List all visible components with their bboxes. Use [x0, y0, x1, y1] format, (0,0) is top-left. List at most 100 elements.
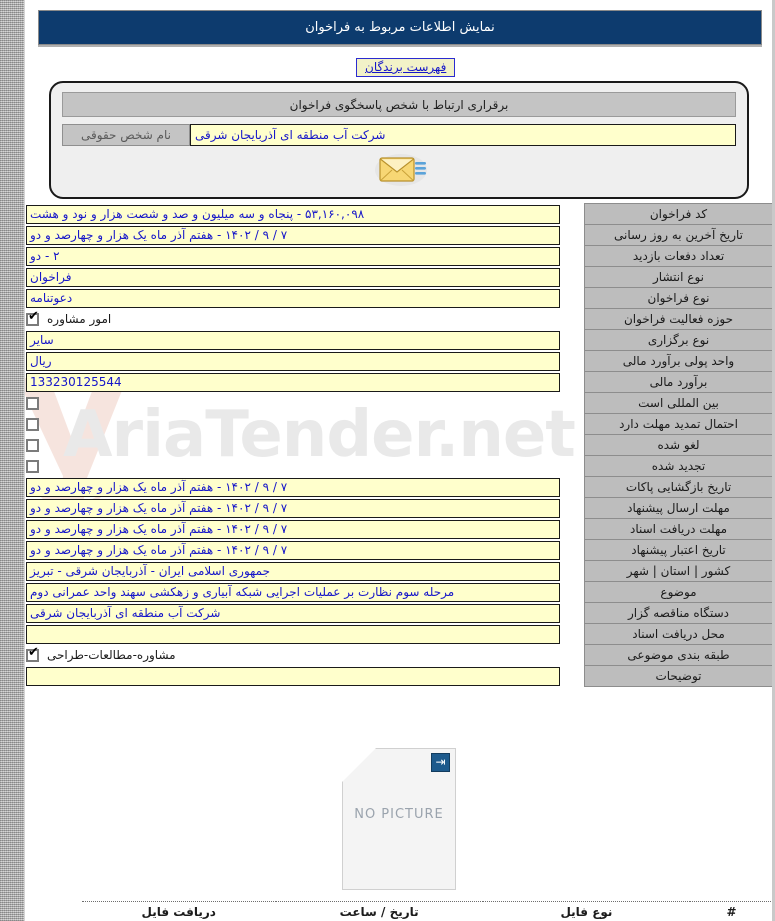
info-label-cell: تاریخ بازگشایی پاکات [584, 476, 773, 498]
checkbox-unchecked-icon[interactable] [26, 459, 39, 473]
checkbox-unchecked-icon[interactable] [26, 396, 39, 410]
info-label-cell: تاریخ آخرین به روز رسانی [584, 224, 773, 246]
envelope-icon[interactable] [374, 151, 428, 187]
info-value-field: ریال [26, 351, 560, 371]
info-value-cell: دعوتنامه [26, 288, 585, 309]
info-value-cell: جمهوری اسلامی ایران - آذربایجان شرقی - ت… [26, 561, 585, 582]
left-texture-strip [0, 0, 24, 921]
info-label-cell: مهلت ارسال پیشنهاد [584, 497, 773, 519]
info-value-field: ۷ / ۹ / ۱۴۰۲ - هفتم آذر ماه یک هزار و چه… [26, 225, 560, 245]
info-value-cell: مشاوره-مطالعات-طراحی [26, 645, 585, 666]
info-label-cell: تجدید شده [584, 455, 773, 477]
contact-panel-header: برقراری ارتباط با شخص پاسخگوی فراخوان [62, 92, 736, 117]
info-value-field: دعوتنامه [26, 288, 560, 308]
info-label-cell: واحد پولی برآورد مالی [584, 350, 773, 372]
info-value-field: شرکت آب منطقه ای آذربایجان شرقی [26, 603, 560, 623]
checkbox-cell [26, 456, 578, 476]
info-label-cell: تاریخ اعتبار پیشنهاد [584, 539, 773, 561]
info-value-field: سایر [26, 330, 560, 350]
info-label-cell: دستگاه مناقصه گزار [584, 602, 773, 624]
info-value-cell [26, 624, 585, 645]
no-picture-placeholder: ⇥ NO PICTURE [342, 748, 456, 890]
info-label-cell: موضوع [584, 581, 773, 603]
info-label-cell: حوزه فعالیت فراخوان [584, 308, 773, 330]
tab-winners-list[interactable]: فهرست برندگان [356, 58, 456, 77]
info-value-field: 133230125544 [26, 372, 560, 392]
info-row: طبقه بندی موضوعی مشاوره-مطالعات-طراحی [26, 644, 773, 666]
checkbox-checked-icon[interactable] [26, 646, 39, 662]
info-value-cell: شرکت آب منطقه ای آذربایجان شرقی [26, 603, 585, 624]
info-label-cell: بین المللی است [584, 392, 773, 414]
info-label-cell: لغو شده [584, 434, 773, 456]
info-value-cell [26, 414, 585, 435]
info-row: مهلت دریافت اسناد ۷ / ۹ / ۱۴۰۲ - هفتم آذر… [26, 518, 773, 540]
info-value-cell: ۷ / ۹ / ۱۴۰۲ - هفتم آذر ماه یک هزار و چه… [26, 225, 585, 246]
info-row: نوع انتشار فراخوان [26, 266, 773, 288]
info-row: حوزه فعالیت فراخوان امور مشاوره [26, 308, 773, 330]
checkbox-cell [26, 435, 578, 455]
info-row: تجدید شده [26, 455, 773, 477]
info-value-cell: 133230125544 [26, 372, 585, 393]
info-row: لغو شده [26, 434, 773, 456]
info-row: نوع برگزاری سایر [26, 329, 773, 351]
info-label-cell: مهلت دریافت اسناد [584, 518, 773, 540]
info-row: نوع فراخوان دعوتنامه [26, 287, 773, 309]
info-value-cell: فراخوان [26, 267, 585, 288]
info-value-field: ۵۳,۱۶۰,۰۹۸ - پنجاه و سه میلیون و صد و شص… [26, 204, 560, 224]
info-label-cell: تعداد دفعات بازدید [584, 245, 773, 267]
no-picture-text: NO PICTURE [354, 807, 444, 822]
info-label-cell: نوع انتشار [584, 266, 773, 288]
info-value-cell: ۵۳,۱۶۰,۰۹۸ - پنجاه و سه میلیون و صد و شص… [26, 204, 585, 225]
checkbox-label: امور مشاوره [47, 312, 112, 326]
info-label-cell: نوع برگزاری [584, 329, 773, 351]
info-row: دستگاه مناقصه گزار شرکت آب منطقه ای آذربا… [26, 602, 773, 624]
page-fold-decoration [342, 748, 376, 782]
info-value-cell [25, 666, 585, 687]
info-row: تاریخ بازگشایی پاکات ۷ / ۹ / ۱۴۰۲ - هفتم … [26, 476, 773, 498]
info-value-field: ۷ / ۹ / ۱۴۰۲ - هفتم آذر ماه یک هزار و چه… [26, 540, 560, 560]
info-value-field: ۷ / ۹ / ۱۴۰۲ - هفتم آذر ماه یک هزار و چه… [26, 477, 560, 497]
checkbox-label: مشاوره-مطالعات-طراحی [47, 648, 176, 662]
info-value-cell [26, 435, 585, 456]
checkbox-cell: مشاوره-مطالعات-طراحی [26, 645, 578, 665]
info-row: محل دریافت اسناد [26, 623, 773, 645]
checkbox-cell: امور مشاوره [26, 309, 578, 329]
contact-mail-icon-wrap[interactable] [51, 151, 751, 191]
info-label-cell: طبقه بندی موضوعی [584, 644, 773, 666]
info-row: مهلت ارسال پیشنهاد ۷ / ۹ / ۱۴۰۲ - هفتم آذ… [26, 497, 773, 519]
info-value-field [26, 624, 560, 644]
info-value-field: فراخوان [26, 267, 560, 287]
info-value-field: جمهوری اسلامی ایران - آذربایجان شرقی - ت… [26, 561, 560, 581]
checkbox-checked-icon[interactable] [26, 310, 39, 326]
info-value-field: مرحله سوم نظارت بر عملیات اجرایی شبکه آب… [26, 582, 560, 602]
info-value-cell: ۷ / ۹ / ۱۴۰۲ - هفتم آذر ماه یک هزار و چه… [26, 519, 585, 540]
info-value-field: ۲ - دو [26, 246, 560, 266]
attached-files-table: # نوع فایل تاریخ / ساعت دریافت فایل [82, 901, 773, 921]
info-value-cell: ۷ / ۹ / ۱۴۰۲ - هفتم آذر ماه یک هزار و چه… [26, 498, 585, 519]
info-value-field: ۷ / ۹ / ۱۴۰۲ - هفتم آذر ماه یک هزار و چه… [26, 498, 560, 518]
files-column-header: نوع فایل [482, 901, 691, 921]
info-row: کشور | استان | شهر جمهوری اسلامی ایران - … [26, 560, 773, 582]
info-value-field: ۷ / ۹ / ۱۴۰۲ - هفتم آذر ماه یک هزار و چه… [26, 519, 560, 539]
checkbox-cell [26, 393, 578, 413]
files-table-header-row: # نوع فایل تاریخ / ساعت دریافت فایل [82, 901, 773, 921]
checkbox-cell [26, 414, 578, 434]
info-label-cell: توضیحات [584, 665, 773, 687]
checkbox-unchecked-icon[interactable] [26, 417, 39, 431]
info-row: موضوع مرحله سوم نظارت بر عملیات اجرایی شب… [26, 581, 773, 603]
info-value-cell: مرحله سوم نظارت بر عملیات اجرایی شبکه آب… [26, 582, 585, 603]
checkbox-unchecked-icon[interactable] [26, 438, 39, 452]
info-value-cell: ۲ - دو [26, 246, 585, 267]
broken-image-icon: ⇥ [431, 753, 450, 772]
info-value-field [25, 666, 560, 686]
info-label-cell: نوع فراخوان [584, 287, 773, 309]
info-row: تعداد دفعات بازدید ۲ - دو [26, 245, 773, 267]
info-value-cell: ۷ / ۹ / ۱۴۰۲ - هفتم آذر ماه یک هزار و چه… [26, 477, 585, 498]
info-label-cell: محل دریافت اسناد [584, 623, 773, 645]
info-row: برآورد مالی 133230125544 [26, 371, 773, 393]
info-row: واحد پولی برآورد مالی ریال [26, 350, 773, 372]
info-value-cell: ۷ / ۹ / ۱۴۰۲ - هفتم آذر ماه یک هزار و چه… [26, 540, 585, 561]
info-label-cell: کد فراخوان [584, 203, 773, 225]
tender-info-table: کد فراخوان ۵۳,۱۶۰,۰۹۸ - پنجاه و سه میلیون… [25, 203, 773, 687]
info-row: تاریخ آخرین به روز رسانی ۷ / ۹ / ۱۴۰۲ - ه… [26, 224, 773, 246]
